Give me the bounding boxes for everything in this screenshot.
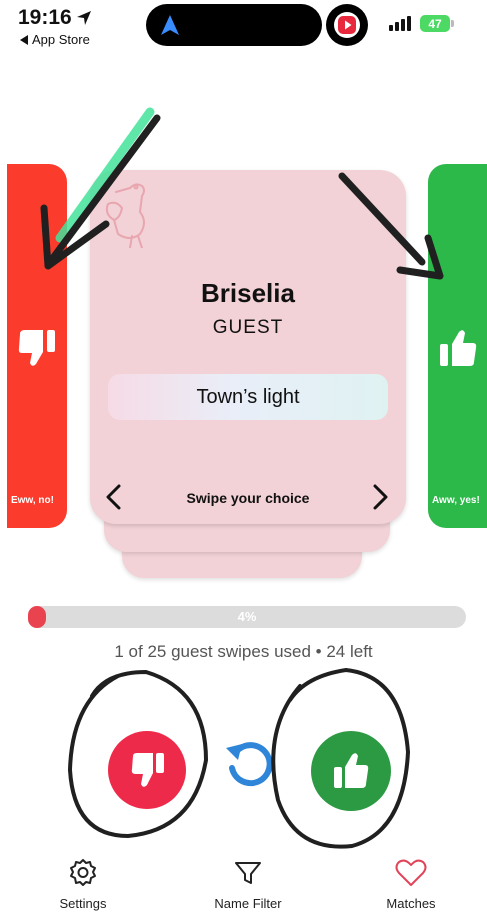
tab-settings[interactable]: Settings: [28, 858, 138, 911]
location-arrow-icon: [76, 11, 91, 25]
chevron-right-icon[interactable]: [368, 483, 392, 511]
thumbs-down-icon: [131, 753, 164, 787]
undo-icon: [226, 742, 273, 787]
tab-settings-label: Settings: [59, 896, 107, 911]
reject-label: Eww, no!: [11, 495, 54, 506]
swipe-progress-label: 4%: [237, 609, 257, 624]
name-meaning: Town’s light: [108, 374, 388, 420]
swipe-prompt: Swipe your choice: [186, 490, 310, 506]
thumbs-down-icon: [18, 330, 55, 366]
filter-icon: [235, 862, 261, 884]
tab-name-filter-label: Name Filter: [214, 896, 282, 911]
status-time: 19:16: [18, 6, 92, 30]
accept-panel[interactable]: Aww, yes!: [428, 164, 487, 528]
gear-icon: [70, 859, 96, 886]
battery-level: 47: [428, 16, 442, 31]
island-media-app: [326, 4, 368, 46]
heart-icon: [395, 859, 427, 886]
navigation-arrow-icon: [161, 15, 179, 35]
reject-panel[interactable]: Eww, no!: [7, 164, 67, 528]
dislike-button[interactable]: [108, 731, 186, 809]
status-time-text: 19:16: [18, 6, 72, 29]
thumbs-up-icon: [440, 330, 477, 366]
accept-label: Aww, yes!: [432, 495, 480, 506]
name-type: GUEST: [212, 317, 284, 338]
back-triangle-icon: [20, 34, 28, 45]
baby-name: Briselia: [201, 278, 295, 308]
stork-icon: [105, 183, 145, 248]
tab-matches-label: Matches: [386, 896, 436, 911]
undo-button[interactable]: [222, 734, 276, 790]
thumbs-up-icon: [334, 753, 369, 788]
dynamic-island: [146, 4, 322, 46]
name-meaning-text: Town’s light: [196, 385, 300, 408]
signal-strength-icon: [389, 15, 411, 31]
tab-name-filter[interactable]: Name Filter: [193, 858, 303, 911]
like-button[interactable]: [311, 731, 391, 811]
back-to-app-store[interactable]: App Store: [20, 32, 90, 47]
swipe-usage-text: 1 of 25 guest swipes used • 24 left: [114, 642, 373, 661]
back-app-label: App Store: [32, 32, 90, 47]
play-app-icon: [338, 16, 356, 34]
name-card[interactable]: Briselia GUEST Town’s light Swipe your c…: [90, 170, 406, 524]
tab-matches[interactable]: Matches: [356, 858, 466, 911]
swipe-progress-bar: 4%: [28, 606, 466, 628]
battery-indicator: 47: [420, 15, 454, 32]
